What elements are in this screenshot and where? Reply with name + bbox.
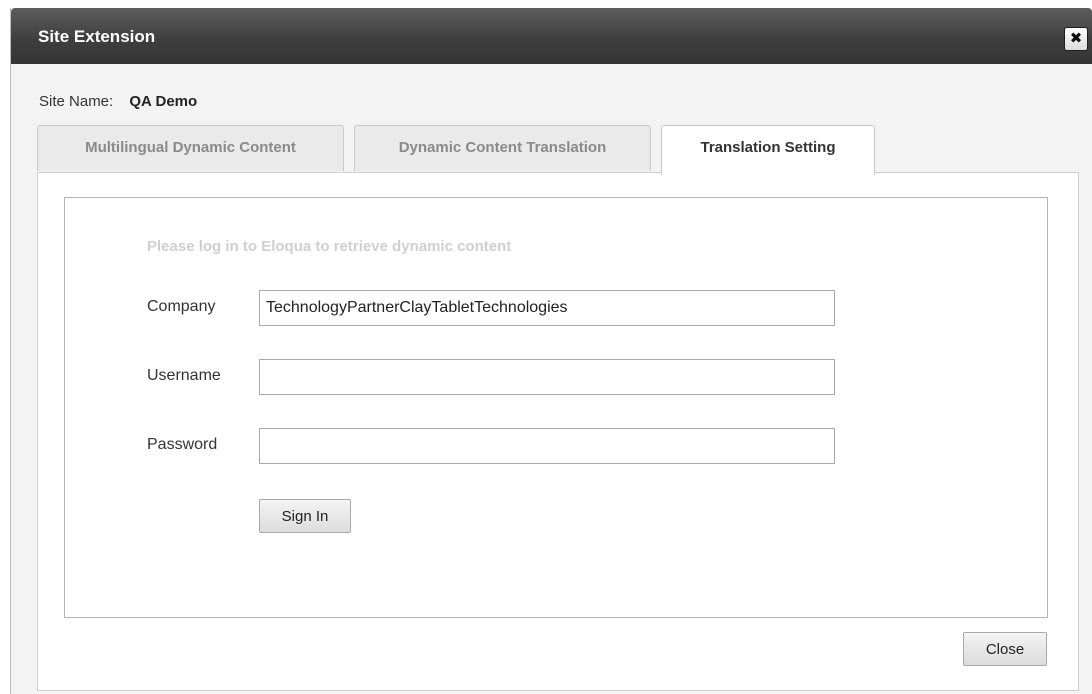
tab-translation-setting[interactable]: Translation Setting	[661, 125, 875, 175]
site-name-value: QA Demo	[129, 93, 198, 110]
site-name-row: Site Name: QA Demo	[39, 93, 197, 110]
dialog-titlebar: Site Extension ✖	[11, 8, 1092, 64]
close-icon[interactable]: ✖	[1064, 27, 1088, 51]
close-button[interactable]: Close	[963, 632, 1047, 666]
login-hint: Please log in to Eloqua to retrieve dyna…	[147, 238, 512, 255]
site-name-label: Site Name:	[39, 93, 114, 110]
password-input[interactable]	[259, 428, 835, 464]
dialog-title: Site Extension	[38, 27, 156, 46]
username-label: Username	[147, 367, 221, 384]
username-input[interactable]	[259, 359, 835, 395]
sign-in-button[interactable]: Sign In	[259, 499, 351, 533]
tab-multilingual-dynamic-content[interactable]: Multilingual Dynamic Content	[37, 125, 344, 171]
tab-content-panel: Please log in to Eloqua to retrieve dyna…	[37, 172, 1079, 691]
site-extension-dialog: Site Extension ✖ Site Name: QA Demo Mult…	[10, 8, 1092, 694]
company-label: Company	[147, 298, 216, 315]
tab-label: Translation Setting	[700, 139, 836, 156]
tab-label: Dynamic Content Translation	[398, 139, 607, 156]
company-input[interactable]	[259, 290, 835, 326]
tab-label: Multilingual Dynamic Content	[85, 139, 296, 156]
tab-dynamic-content-translation[interactable]: Dynamic Content Translation	[354, 125, 651, 171]
close-glyph: ✖	[1069, 30, 1083, 47]
password-label: Password	[147, 436, 218, 453]
login-form: Please log in to Eloqua to retrieve dyna…	[64, 197, 1048, 618]
